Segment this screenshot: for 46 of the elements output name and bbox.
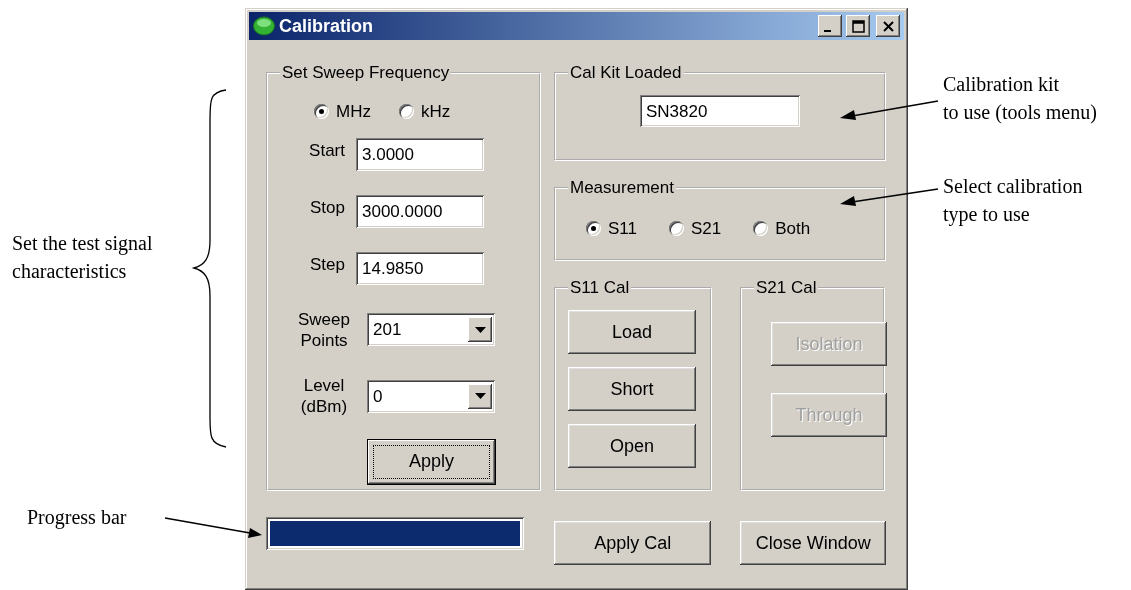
maximize-icon [850,18,866,34]
maximize-button[interactable] [846,15,870,37]
text-field[interactable]: 3.0000 [356,137,484,171]
text-field[interactable]: SN3820 [640,95,800,127]
text-field[interactable]: 14.9850 [356,251,484,285]
field-label: Start [308,139,346,162]
field-label: Level (dBm) [299,375,349,418]
radio-label[interactable]: kHz [420,99,451,125]
field-label: Sweep Points [297,308,351,351]
group-title: Cal Kit Loaded [569,64,683,81]
radio-button[interactable] [398,104,414,120]
group-title: S11 Cal [569,279,631,296]
group-title: Set Sweep Frequency [281,64,451,81]
calibration-button[interactable]: Open [568,424,696,468]
annotation-text: Calibration kit to use (tools menu) [943,72,1097,126]
radio-label[interactable]: S11 [608,216,637,242]
close-icon [880,18,896,34]
dropdown[interactable]: 0 [367,379,495,413]
dropdown-arrow-icon [474,393,486,400]
app-icon [253,16,275,36]
window-title: Calibration [279,14,373,38]
window-button[interactable]: Apply Cal [554,521,712,565]
group-title: Measurement [569,179,675,196]
dropdown-arrow-icon [474,326,486,333]
radio-button[interactable] [586,221,601,237]
apply-button[interactable]: Apply [368,439,495,484]
minimize-button[interactable] [818,15,842,37]
dropdown[interactable]: 201 [367,313,495,347]
minimize-icon [824,30,831,32]
annotation-text: Set the test signal characteristics [12,231,153,284]
text-field[interactable]: 3000.0000 [356,194,484,228]
radio-button[interactable] [314,104,329,120]
radio-label[interactable]: MHz [336,99,371,125]
window-button[interactable]: Close Window [740,521,886,565]
annotation-text: Select calibration type to use [943,174,1083,228]
radio-button[interactable] [669,221,684,237]
radio-label[interactable]: S21 [691,216,722,242]
field-label: Stop [309,196,346,219]
calibration-button[interactable]: Load [568,310,696,354]
radio-button[interactable] [753,221,769,237]
field-label: Step [309,253,346,276]
annotation-text: Progress bar [27,505,127,531]
radio-label[interactable]: Both [775,216,811,242]
calibration-button[interactable]: Short [568,367,696,411]
group-title: S21 Cal [755,279,818,296]
close-button[interactable] [876,15,900,37]
